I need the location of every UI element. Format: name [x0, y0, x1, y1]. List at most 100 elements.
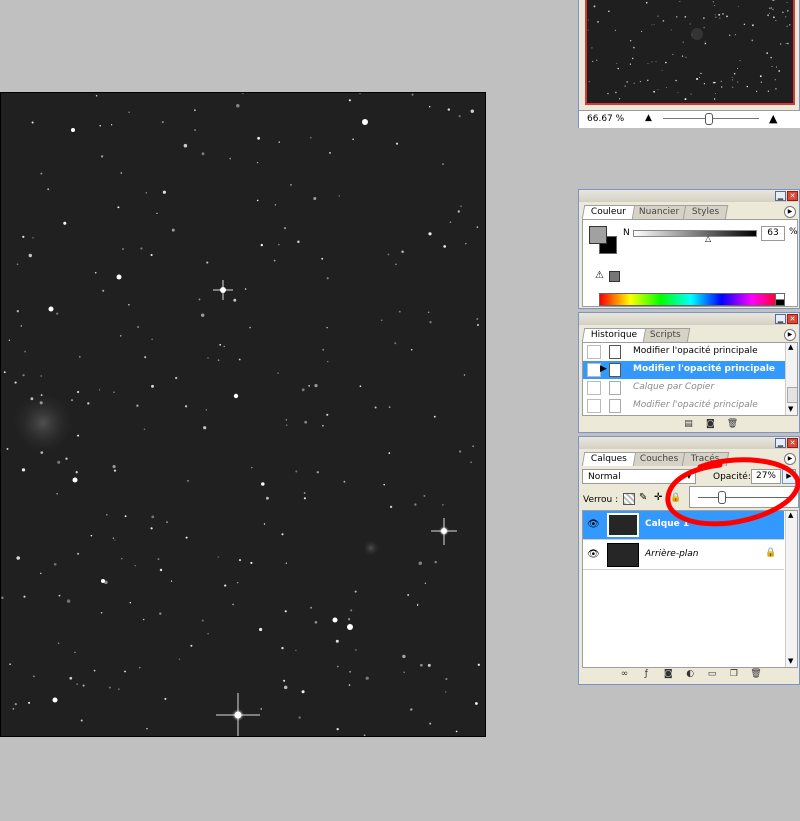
- add-mask-icon[interactable]: ◙: [663, 669, 674, 680]
- layer-style-icon[interactable]: ƒ: [641, 669, 652, 680]
- star: [87, 402, 90, 405]
- star: [455, 730, 458, 733]
- minimize-icon[interactable]: ▁: [775, 191, 786, 201]
- panel-menu-icon[interactable]: ▶: [784, 206, 796, 218]
- close-icon[interactable]: ✕: [787, 314, 798, 324]
- snapshot-checkbox[interactable]: [587, 381, 601, 395]
- adjustment-layer-icon[interactable]: ◐: [685, 669, 696, 680]
- star: [124, 670, 126, 673]
- new-document-icon[interactable]: ▤: [683, 419, 694, 430]
- star: [458, 450, 462, 453]
- tab-nuancier[interactable]: Nuancier: [629, 205, 689, 219]
- star: [23, 595, 26, 598]
- star: [76, 683, 78, 685]
- panel-menu-icon[interactable]: ▶: [784, 329, 796, 341]
- minimize-icon[interactable]: ▁: [775, 438, 786, 448]
- zoom-level[interactable]: 66.67 %: [587, 114, 624, 124]
- star: [260, 708, 263, 710]
- scroll-thumb[interactable]: [787, 387, 797, 403]
- star: [3, 371, 6, 374]
- channel-value-field[interactable]: 63: [761, 226, 785, 241]
- star: [427, 311, 430, 314]
- star: [203, 426, 207, 430]
- star: [207, 633, 209, 635]
- tab-styles[interactable]: Styles: [683, 205, 729, 219]
- tab-couleur[interactable]: Couleur: [581, 205, 636, 219]
- star: [185, 536, 188, 539]
- tab-historique[interactable]: Historique: [581, 328, 647, 342]
- slider-triangle-icon[interactable]: △: [705, 234, 711, 243]
- star: [768, 7, 771, 10]
- history-panel-titlebar[interactable]: ▁ ✕: [579, 313, 799, 325]
- star: [773, 0, 775, 1]
- star: [786, 9, 789, 12]
- snapshot-checkbox[interactable]: [587, 363, 601, 377]
- zoom-in-icon[interactable]: ▲: [769, 112, 777, 125]
- snapshot-checkbox[interactable]: [587, 345, 601, 359]
- star: [347, 618, 351, 621]
- close-icon[interactable]: ✕: [787, 191, 798, 201]
- zoom-out-icon[interactable]: ▲: [645, 113, 652, 123]
- star: [476, 323, 480, 327]
- star: [150, 253, 153, 257]
- star: [56, 312, 59, 315]
- star: [47, 188, 50, 191]
- star: [587, 19, 589, 21]
- visibility-eye-icon[interactable]: 👁: [587, 519, 600, 531]
- history-item[interactable]: Calque par Copier: [583, 379, 785, 397]
- star: [774, 79, 776, 81]
- star: [771, 65, 773, 68]
- visibility-eye-icon[interactable]: 👁: [587, 549, 600, 561]
- layers-scrollbar[interactable]: ▲ ▼: [785, 511, 797, 667]
- star: [102, 289, 105, 292]
- star: [57, 642, 60, 645]
- star: [90, 534, 93, 537]
- history-item[interactable]: Modifier l'opacité principale: [583, 397, 785, 415]
- star: [190, 644, 193, 647]
- gamut-color-swatch[interactable]: [609, 271, 620, 282]
- foreground-color-swatch[interactable]: [589, 226, 607, 244]
- star: [755, 90, 758, 93]
- color-panel: ▁ ✕ Couleur Nuancier Styles ▶ N △ 63 % ⚠: [578, 189, 800, 309]
- layer-row-arriere-plan[interactable]: 👁 Arrière-plan 🔒: [583, 541, 784, 570]
- snapshot-checkbox[interactable]: [587, 399, 601, 413]
- layers-panel-titlebar[interactable]: ▁ ✕: [579, 437, 799, 449]
- link-layers-icon[interactable]: ∞: [619, 669, 630, 680]
- scroll-down-icon[interactable]: ▼: [788, 405, 793, 413]
- history-item-selected[interactable]: ▶ Modifier l'opacité principale: [583, 361, 785, 379]
- tab-calques[interactable]: Calques: [581, 452, 637, 466]
- scroll-down-icon[interactable]: ▼: [788, 657, 793, 665]
- star: [608, 10, 610, 13]
- star: [236, 581, 239, 584]
- history-item[interactable]: Modifier l'opacité principale: [583, 343, 785, 361]
- trash-icon[interactable]: 🗑: [727, 419, 738, 430]
- layer-name[interactable]: Arrière-plan: [645, 549, 699, 559]
- gamut-warning-icon[interactable]: ⚠: [595, 270, 604, 281]
- color-panel-tabs: Couleur Nuancier Styles: [581, 205, 729, 219]
- spectrum-white-black-swatch[interactable]: [775, 293, 785, 306]
- star: [774, 87, 777, 90]
- close-icon[interactable]: ✕: [787, 438, 798, 448]
- color-panel-titlebar[interactable]: ▁ ✕: [579, 190, 799, 202]
- new-snapshot-icon[interactable]: ◙: [705, 419, 716, 430]
- grayscale-slider[interactable]: [633, 230, 757, 237]
- star: [704, 42, 707, 45]
- history-scrollbar[interactable]: ▲ ▼: [785, 343, 797, 415]
- minimize-icon[interactable]: ▁: [775, 314, 786, 324]
- new-layer-icon[interactable]: ❐: [728, 669, 739, 680]
- tab-scripts[interactable]: Scripts: [640, 328, 691, 342]
- lock-paint-icon[interactable]: ✎: [639, 492, 647, 503]
- image-canvas[interactable]: [0, 92, 486, 737]
- new-group-icon[interactable]: ▭: [707, 669, 718, 680]
- color-spectrum-bar[interactable]: [599, 293, 783, 306]
- star: [349, 670, 352, 673]
- scroll-up-icon[interactable]: ▲: [788, 343, 793, 351]
- zoom-slider-thumb[interactable]: [705, 113, 713, 125]
- layers-list: 👁 Calque 1 👁 Arrière-plan 🔒 ▲ ▼: [582, 510, 798, 668]
- lock-transparency-icon[interactable]: [623, 493, 635, 505]
- trash-icon[interactable]: 🗑: [750, 669, 761, 680]
- star: [626, 80, 629, 83]
- star: [151, 384, 154, 388]
- navigator-preview[interactable]: [585, 0, 795, 105]
- star: [283, 685, 288, 690]
